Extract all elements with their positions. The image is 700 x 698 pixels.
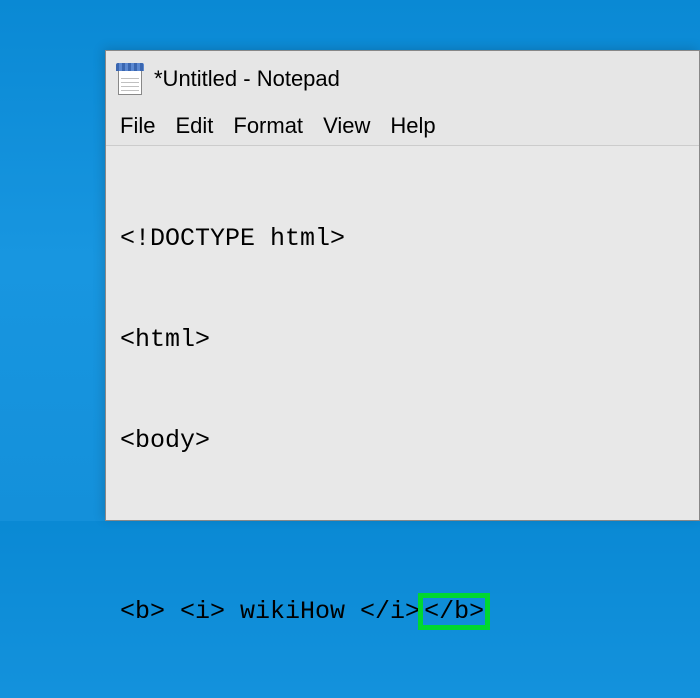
notepad-window: *Untitled - Notepad File Edit Format Vie…: [105, 50, 700, 521]
menu-view[interactable]: View: [323, 113, 370, 139]
menubar: File Edit Format View Help: [106, 106, 699, 146]
menu-help[interactable]: Help: [390, 113, 435, 139]
menu-format[interactable]: Format: [233, 113, 303, 139]
window-title: *Untitled - Notepad: [154, 66, 340, 92]
menu-edit[interactable]: Edit: [175, 113, 213, 139]
menu-file[interactable]: File: [120, 113, 155, 139]
code-text: <b> <i> wikiHow </i>: [120, 597, 420, 626]
highlighted-closing-bold-tag: </b>: [418, 593, 490, 631]
code-line: <body>: [120, 424, 685, 458]
text-editor-area[interactable]: <!DOCTYPE html> <html> <body> <b> <i> wi…: [106, 146, 699, 520]
titlebar[interactable]: *Untitled - Notepad: [106, 51, 699, 106]
code-line: <html>: [120, 323, 685, 357]
code-line: <!DOCTYPE html>: [120, 222, 685, 256]
code-line: <b> <i> wikiHow </i></b>: [120, 593, 685, 631]
notepad-icon: [116, 63, 144, 95]
